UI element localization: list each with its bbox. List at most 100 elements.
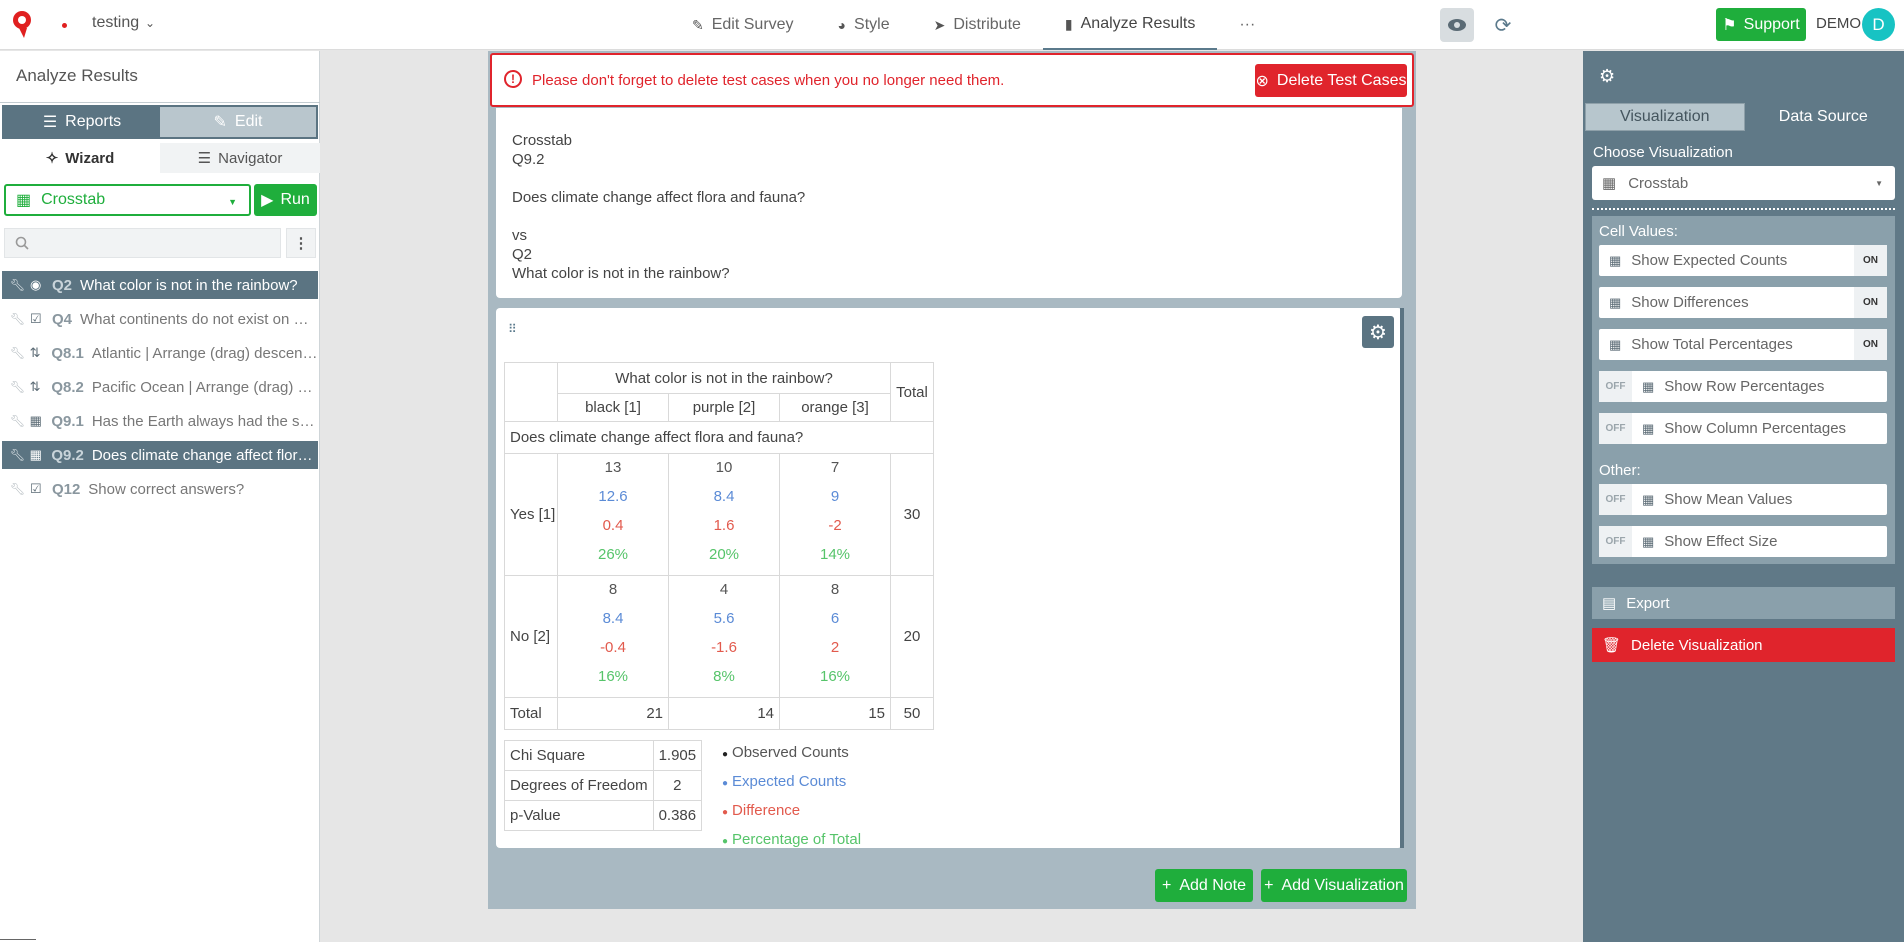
list-item[interactable]: 🔧︎ ☑ Q12 Show correct answers? — [2, 475, 318, 503]
send-icon: ➤ — [933, 16, 946, 33]
option-mean-values[interactable]: OFF ▦ Show Mean Values — [1599, 484, 1887, 515]
gear-icon[interactable]: ⚙ — [1599, 66, 1615, 87]
visualization-select[interactable]: ▦ Crosstab ▼ — [4, 184, 251, 216]
percentage: 8% — [713, 668, 735, 685]
option-effect-size[interactable]: OFF ▦ Show Effect Size — [1599, 526, 1887, 557]
sort-icon: ⇅ — [29, 379, 41, 394]
observed-count: 4 — [719, 581, 729, 598]
list-item[interactable]: 🔧︎ ▦ Q9.2 Does climate change affect flo… — [2, 441, 318, 469]
toggle-switch[interactable]: OFF — [1599, 371, 1632, 402]
option-differences[interactable]: ▦ Show Differences ON — [1599, 287, 1887, 318]
refresh-button[interactable]: ⟳ — [1486, 8, 1520, 42]
support-button[interactable]: ⚑ Support — [1716, 8, 1806, 41]
question-number: Q2 — [52, 276, 73, 294]
nav-analyze-results[interactable]: ▮ Analyze Results — [1042, 0, 1218, 50]
question-label: What color is not in the rainbow? — [80, 276, 298, 294]
nav-distribute[interactable]: ➤ Distribute — [912, 0, 1043, 50]
edit-tab[interactable]: ✎ Edit — [160, 107, 316, 137]
table-icon: ▦ — [1609, 336, 1622, 352]
toggle-switch[interactable]: OFF — [1599, 526, 1632, 557]
visualization-settings-button[interactable]: ⚙ — [1362, 316, 1394, 348]
search-input[interactable] — [39, 235, 269, 251]
user-name[interactable]: DEMO — [1816, 15, 1861, 32]
tab-wizard[interactable]: ✧ Wizard — [0, 143, 160, 173]
column-header: purple [2] — [668, 393, 780, 422]
table-cell: 7 9 -2 14% — [779, 453, 891, 576]
option-expected-counts[interactable]: ▦ Show Expected Counts ON — [1599, 245, 1887, 276]
nav-more[interactable]: ··· — [1217, 0, 1277, 50]
row-question-header: Does climate change affect flora and fau… — [504, 421, 934, 454]
nav-label: Style — [854, 16, 890, 33]
tab-visualization[interactable]: Visualization — [1585, 103, 1745, 131]
cell-values-label: Cell Values: — [1599, 223, 1678, 240]
trash-icon: 🗑︎ — [1602, 637, 1622, 654]
add-note-button[interactable]: + Add Note — [1155, 869, 1253, 902]
avatar[interactable]: D — [1862, 8, 1895, 41]
toggle-switch[interactable]: OFF — [1599, 413, 1632, 444]
tab-navigator[interactable]: ☰ Navigator — [160, 143, 320, 173]
table-icon: ▦ — [1609, 252, 1622, 268]
observed-count: 13 — [604, 459, 622, 476]
drag-handle-icon[interactable]: ⠿ — [508, 322, 517, 336]
reports-tab[interactable]: ☰ Reports — [4, 107, 160, 137]
option-row-percentages[interactable]: OFF ▦ Show Row Percentages — [1599, 371, 1887, 402]
choose-visualization-select[interactable]: ▦ Crosstab ▼ — [1592, 166, 1895, 200]
tab-data-source[interactable]: Data Source — [1745, 103, 1903, 131]
option-column-percentages[interactable]: OFF ▦ Show Column Percentages — [1599, 413, 1887, 444]
scrollbar[interactable] — [1400, 308, 1404, 848]
stat-label: Chi Square — [504, 740, 654, 771]
delete-visualization-button[interactable]: 🗑︎ Delete Visualization — [1592, 628, 1895, 662]
table-row: Yes [1] 13 12.6 0.4 26% 10 8.4 1.6 20% 7… — [504, 453, 934, 576]
row-label: No [2] — [504, 575, 558, 698]
bullet-icon: ● — [722, 749, 729, 760]
list-item[interactable]: 🔧︎ ☑ Q4 What continents do not exist on … — [2, 305, 318, 333]
delete-test-cases-button[interactable]: ⊗ Delete Test Cases — [1255, 64, 1407, 97]
divider — [0, 939, 36, 940]
toggle-switch[interactable]: OFF — [1599, 484, 1632, 515]
list-item[interactable]: 🔧︎ ◉ Q2 What color is not in the rainbow… — [2, 271, 318, 299]
expected-count: 12.6 — [598, 488, 628, 505]
table-icon: ▦ — [1642, 533, 1655, 549]
toggle-switch[interactable]: ON — [1854, 245, 1887, 276]
option-total-percentages[interactable]: ▦ Show Total Percentages ON — [1599, 329, 1887, 360]
preview-button[interactable] — [1440, 8, 1474, 42]
nav-style[interactable]: ◕ Style — [816, 0, 912, 50]
difference: -1.6 — [711, 639, 737, 656]
list-item[interactable]: 🔧︎ ▦ Q9.1 Has the Earth always had the s… — [2, 407, 318, 435]
export-label: Export — [1626, 594, 1670, 612]
question-number: Q9.1 — [51, 412, 84, 430]
row-total: 30 — [890, 453, 934, 576]
alert-icon: ! — [504, 70, 522, 88]
expected-count: 8.4 — [713, 488, 735, 505]
option-label: Show Row Percentages — [1664, 378, 1825, 395]
toggle-switch[interactable]: ON — [1854, 287, 1887, 318]
expected-count: 6 — [830, 610, 840, 627]
question-number: Q8.1 — [51, 344, 84, 362]
search-options-button[interactable]: ⋮ — [286, 228, 316, 258]
expected-count: 9 — [830, 488, 840, 505]
option-label: Show Column Percentages — [1664, 420, 1847, 437]
stat-value: 2 — [652, 770, 703, 801]
divider — [0, 102, 320, 103]
difference: -0.4 — [600, 639, 626, 656]
stat-label: Degrees of Freedom — [504, 770, 654, 801]
corner-cell — [504, 362, 558, 422]
nav-edit-survey[interactable]: ✎ Edit Survey — [670, 0, 816, 50]
list-icon: ☰ — [197, 150, 212, 167]
option-label: Show Total Percentages — [1631, 336, 1793, 353]
column-header: orange [3] — [779, 393, 891, 422]
toggle-switch[interactable]: ON — [1854, 329, 1887, 360]
list-item[interactable]: 🔧︎ ⇅ Q8.1 Atlantic | Arrange (drag) desc… — [2, 339, 318, 367]
survey-name[interactable]: testing — [92, 14, 139, 32]
question-number: Q4 — [52, 310, 73, 328]
option-label: Show Mean Values — [1664, 491, 1793, 508]
chevron-down-icon[interactable]: ⌄ — [145, 16, 155, 30]
app-logo-icon[interactable] — [10, 9, 36, 39]
export-button[interactable]: ▤ Export — [1592, 587, 1895, 619]
run-button[interactable]: ▶ Run — [254, 184, 317, 216]
table-icon: ▦ — [16, 192, 32, 209]
percentage: 16% — [819, 668, 851, 685]
magic-wand-icon: ✧ — [45, 150, 59, 167]
list-item[interactable]: 🔧︎ ⇅ Q8.2 Pacific Ocean | Arrange (drag)… — [2, 373, 318, 401]
add-visualization-button[interactable]: + Add Visualization — [1261, 869, 1407, 902]
